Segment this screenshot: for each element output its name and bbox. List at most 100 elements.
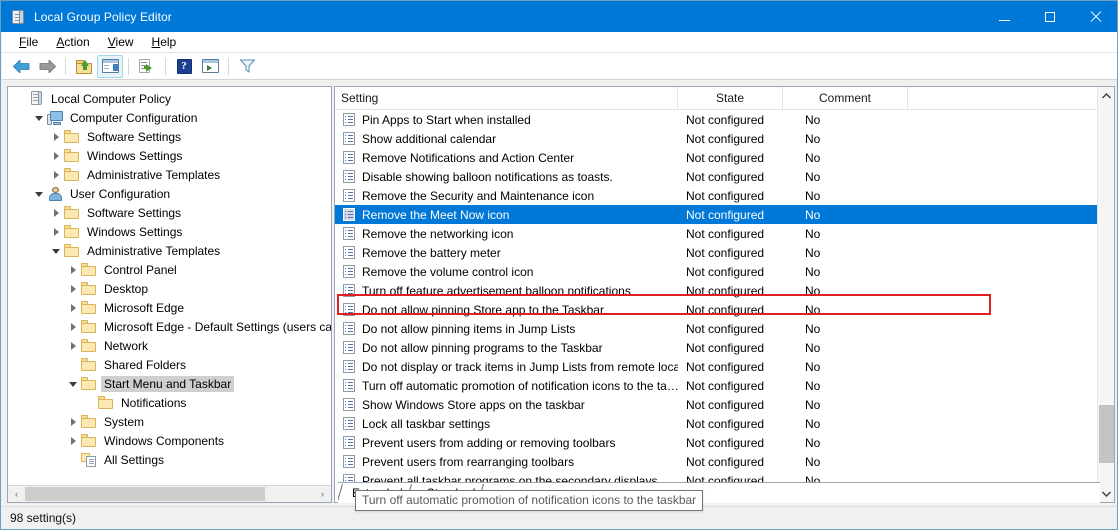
tree-item-label: Start Menu and Taskbar xyxy=(101,375,235,392)
tree-expander[interactable] xyxy=(31,110,47,126)
setting-name: Disable showing balloon notifications as… xyxy=(362,169,613,184)
table-row[interactable]: Disable showing balloon notifications as… xyxy=(335,167,1097,186)
scroll-right-button[interactable]: › xyxy=(314,486,331,502)
tree-item-administrative-templates[interactable]: Administrative Templates xyxy=(8,165,331,184)
table-row[interactable]: Remove the networking icon Not configured… xyxy=(335,224,1097,243)
folder-icon xyxy=(81,339,97,352)
tree-item-label: Control Panel xyxy=(104,262,177,277)
scroll-down-button[interactable] xyxy=(1098,485,1114,502)
tree-expander[interactable] xyxy=(48,224,64,240)
policy-setting-icon xyxy=(343,379,356,392)
tree-item-control-panel[interactable]: Control Panel xyxy=(8,260,331,279)
console-tree-panel: Local Computer Policy Computer Configurat… xyxy=(7,86,332,503)
menu-help[interactable]: Help xyxy=(143,33,186,51)
show-action-pane-button[interactable] xyxy=(197,55,223,78)
export-list-button[interactable] xyxy=(134,55,160,78)
tree-expander[interactable] xyxy=(65,319,81,335)
scroll-track-horizontal[interactable] xyxy=(25,486,314,502)
chevron-right-icon xyxy=(70,284,76,293)
tree-expander[interactable] xyxy=(31,186,47,202)
tree-expander[interactable] xyxy=(65,338,81,354)
table-row[interactable]: Do not allow pinning Store app to the Ta… xyxy=(335,300,1097,319)
tree-item-windows-components[interactable]: Windows Components xyxy=(8,431,331,450)
tree-expander[interactable] xyxy=(65,300,81,316)
tree-item-user-configuration[interactable]: User Configuration xyxy=(8,184,331,203)
column-header-comment[interactable]: Comment xyxy=(783,87,908,110)
table-row[interactable]: Prevent users from adding or removing to… xyxy=(335,433,1097,452)
tree-expander[interactable] xyxy=(65,414,81,430)
tree-expander[interactable] xyxy=(48,205,64,221)
forward-button[interactable] xyxy=(34,55,60,78)
tree-expander[interactable] xyxy=(48,243,64,259)
table-row[interactable]: Do not allow pinning programs to the Tas… xyxy=(335,338,1097,357)
menu-file[interactable]: File xyxy=(10,33,47,51)
tree-expander[interactable] xyxy=(65,376,81,392)
tree-expander[interactable] xyxy=(48,129,64,145)
scroll-left-button[interactable]: ‹ xyxy=(8,486,25,502)
table-row[interactable]: Lock all taskbar settings Not configured N… xyxy=(335,414,1097,433)
cell-setting: Remove the Meet Now icon xyxy=(335,208,678,222)
tree-expander[interactable] xyxy=(65,262,81,278)
table-row[interactable]: Remove Notifications and Action Center No… xyxy=(335,148,1097,167)
tree-item-local-computer-policy[interactable]: Local Computer Policy xyxy=(8,89,331,108)
cell-state: Not configured xyxy=(686,302,765,317)
tree-item-all-settings[interactable]: All Settings xyxy=(8,450,331,469)
tree-item-software-settings[interactable]: Software Settings xyxy=(8,127,331,146)
table-row[interactable]: Turn off feature advertisement balloon n… xyxy=(335,281,1097,300)
tree-item-label: Windows Settings xyxy=(87,148,183,163)
row-tooltip: Turn off automatic promotion of notifica… xyxy=(355,490,704,511)
help-button[interactable]: ? xyxy=(171,55,197,78)
scroll-thumb-horizontal[interactable] xyxy=(25,487,265,501)
tree-item-microsoft-edge-default-settings-users-can-c[interactable]: Microsoft Edge - Default Settings (users… xyxy=(8,317,331,336)
tree-expander[interactable] xyxy=(48,148,64,164)
table-row[interactable]: Prevent users from rearranging toolbars N… xyxy=(335,452,1097,471)
tree-expander[interactable] xyxy=(48,167,64,183)
tree-item-start-menu-and-taskbar[interactable]: Start Menu and Taskbar xyxy=(8,374,331,393)
scroll-thumb-vertical[interactable] xyxy=(1099,405,1114,463)
tree-item-computer-configuration[interactable]: Computer Configuration xyxy=(8,108,331,127)
filter-button[interactable] xyxy=(234,55,260,78)
close-button[interactable] xyxy=(1073,1,1117,32)
tree-item-system[interactable]: System xyxy=(8,412,331,431)
table-row[interactable]: Show additional calendar Not configured No xyxy=(335,129,1097,148)
settings-list[interactable]: Pin Apps to Start when installed Not conf… xyxy=(335,110,1097,502)
tree-item-administrative-templates[interactable]: Administrative Templates xyxy=(8,241,331,260)
show-hide-console-tree-button[interactable] xyxy=(97,54,123,78)
maximize-button[interactable] xyxy=(1027,1,1073,32)
scroll-up-button[interactable] xyxy=(1098,87,1114,104)
table-row[interactable]: Turn off automatic promotion of notifica… xyxy=(335,376,1097,395)
table-row[interactable]: Show Windows Store apps on the taskbar No… xyxy=(335,395,1097,414)
tree-item-software-settings[interactable]: Software Settings xyxy=(8,203,331,222)
policy-setting-icon xyxy=(343,417,356,430)
column-header-state[interactable]: State xyxy=(678,87,783,110)
tree-item-shared-folders[interactable]: Shared Folders xyxy=(8,355,331,374)
tree-item-label: Network xyxy=(104,338,149,353)
table-row[interactable]: Remove the battery meter Not configured No xyxy=(335,243,1097,262)
console-tree[interactable]: Local Computer Policy Computer Configurat… xyxy=(8,87,331,484)
tree-expander[interactable] xyxy=(65,433,81,449)
table-row[interactable]: Pin Apps to Start when installed Not conf… xyxy=(335,110,1097,129)
tree-item-microsoft-edge[interactable]: Microsoft Edge xyxy=(8,298,331,317)
table-row[interactable]: Do not display or track items in Jump Li… xyxy=(335,357,1097,376)
cell-state: Not configured xyxy=(686,264,765,279)
setting-name: Do not display or track items in Jump Li… xyxy=(362,359,678,374)
menu-action[interactable]: Action xyxy=(47,33,98,51)
menu-view[interactable]: View xyxy=(99,33,143,51)
tree-item-notifications[interactable]: Notifications xyxy=(8,393,331,412)
column-header-setting[interactable]: Setting xyxy=(335,87,678,110)
table-row[interactable]: Remove the volume control icon Not config… xyxy=(335,262,1097,281)
table-row[interactable]: Remove the Meet Now icon Not configured No xyxy=(335,205,1097,224)
tree-item-windows-settings[interactable]: Windows Settings xyxy=(8,146,331,165)
tree-horizontal-scrollbar[interactable]: ‹ › xyxy=(8,485,331,502)
minimize-button[interactable] xyxy=(981,1,1027,32)
tree-item-network[interactable]: Network xyxy=(8,336,331,355)
tree-item-desktop[interactable]: Desktop xyxy=(8,279,331,298)
tree-item-label: Software Settings xyxy=(87,205,182,220)
tree-item-windows-settings[interactable]: Windows Settings xyxy=(8,222,331,241)
list-vertical-scrollbar[interactable] xyxy=(1097,87,1114,502)
table-row[interactable]: Remove the Security and Maintenance icon… xyxy=(335,186,1097,205)
table-row[interactable]: Do not allow pinning items in Jump Lists… xyxy=(335,319,1097,338)
tree-expander[interactable] xyxy=(65,281,81,297)
up-one-level-button[interactable] xyxy=(71,55,97,78)
back-button[interactable] xyxy=(8,55,34,78)
